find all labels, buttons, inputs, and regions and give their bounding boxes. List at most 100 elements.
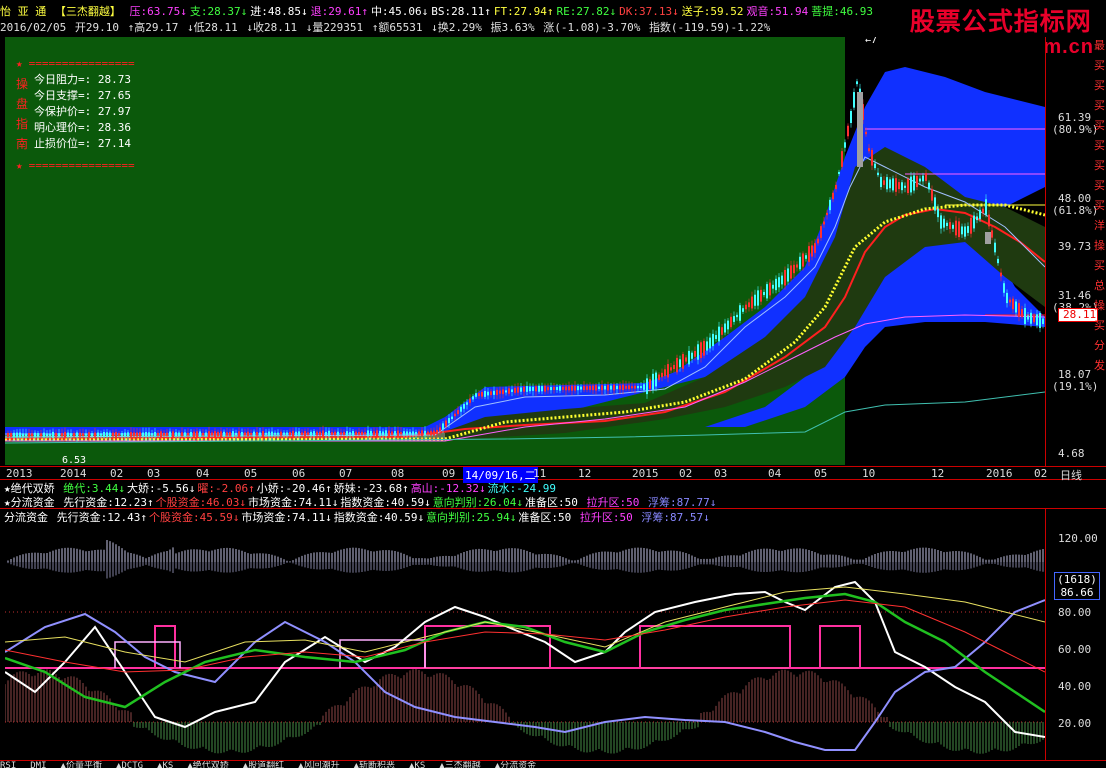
quote-amount: ↑额65531 — [371, 21, 423, 34]
right-side-labels[interactable]: 最买买买买买买买买洋操买总操买分发 — [1094, 36, 1106, 396]
indicator-tab[interactable]: RSI — [0, 761, 16, 768]
time-label: 04 — [768, 467, 782, 480]
indicator-value: 送子:59.52 — [681, 5, 744, 18]
indicator-value: 观音:51.94 — [746, 5, 809, 18]
price-pct-2: (61.8%) — [1052, 204, 1099, 217]
quote-high: ↑高29.17 — [127, 21, 179, 34]
indicator-tab[interactable]: ▲三杰翻越 — [439, 761, 480, 768]
indicator-value: RE:27.82↓ — [556, 5, 617, 18]
low-marker: 6.53 — [62, 455, 86, 465]
guide-side-char-1: 操 — [16, 77, 29, 91]
indicator-tab[interactable]: ▲绝代双娇 — [187, 761, 228, 768]
time-label: 02 — [110, 467, 124, 480]
guide-row-protect: 今保护价=: 27.97 — [34, 105, 131, 118]
time-label: 02 — [679, 467, 693, 480]
indicator-value: 支:28.37↓ — [189, 5, 248, 18]
time-label: 2013 — [6, 467, 33, 480]
time-label: 11 — [533, 467, 547, 480]
indicator-tab[interactable]: ▲KS — [409, 761, 425, 768]
indicator-tabs[interactable]: RSI DMI ▲价量平衡 ▲DCTG ▲KS ▲绝代双娇 ▲股道翻红 ▲风回潮升 ▲斩断积恶 ▲… — [0, 760, 1106, 768]
indicator-value: FT:27.94↑ — [493, 5, 554, 18]
quote-open: 开29.10 — [74, 21, 119, 34]
panel-divider — [0, 508, 1106, 509]
line-yellow — [5, 586, 1045, 663]
time-label: 02 — [1034, 467, 1048, 480]
indicator-tab[interactable]: ▲斩断积恶 — [354, 761, 395, 768]
indicator-tab[interactable]: ▲KS — [157, 761, 173, 768]
sub-axis-label-20: 20.00 — [1058, 717, 1092, 730]
time-label: 03 — [147, 467, 161, 480]
step-signal-line — [5, 625, 1045, 669]
sub-axis-label-40: 40.00 — [1058, 680, 1092, 693]
histogram-bottom — [5, 669, 1044, 754]
badge-count: (1618) — [1057, 573, 1097, 586]
indicator-tab[interactable]: ▲股道翻红 — [243, 761, 284, 768]
watermark-title: 股票公式指标网 — [909, 7, 1092, 36]
indicator-value: 中:45.06↓ — [370, 5, 429, 18]
time-label: 06 — [292, 467, 306, 480]
indicator-tab[interactable]: ▲DCTG — [116, 761, 143, 768]
quote-header-line1: 怡 亚 通 【三杰翻越】 压:63.75↓ 支:28.37↓ 进:48.85↓ 退:2… — [0, 3, 878, 19]
time-label: 2014 — [60, 467, 87, 480]
indicator-value: 进:48.85↓ — [250, 5, 308, 18]
guide-separator-bottom: ★ ================ — [16, 159, 135, 172]
histogram-top — [7, 539, 1044, 579]
indicator-value: DK:37.13↓ — [619, 5, 679, 18]
guide-row-support: 今日支撑=: 27.65 — [34, 89, 131, 102]
time-label: 12 — [578, 467, 592, 480]
time-label: 08 — [391, 467, 405, 480]
time-label: 04 — [196, 467, 210, 480]
indicator-value: 压:63.75↓ — [129, 5, 187, 18]
price-pct-5: (19.1%) — [1052, 380, 1099, 393]
box-signal-1 — [114, 641, 181, 668]
guide-row-resistance: 今日阻力=: 28.73 — [34, 73, 131, 86]
quote-close: ↓收28.11 — [246, 21, 298, 34]
indicator-axis[interactable]: 120.00 80.00 60.00 40.00 20.00 — [1046, 522, 1106, 760]
indicator-chart[interactable] — [5, 522, 1045, 760]
quote-low: ↓低28.11 — [186, 21, 238, 34]
guide-row-stoploss: 止损价位=: 27.14 — [34, 137, 131, 150]
indicator-title-flzj[interactable]: ★分流资金 先行资金:12.23↑ 个股资金:46.03↓ 市场资金:74.11↓ 指… — [4, 494, 718, 509]
time-label: 07 — [339, 467, 353, 480]
quote-date: 2016/02/05 — [0, 21, 67, 34]
price-label-3: 39.73 — [1058, 240, 1092, 253]
time-label: 09 — [442, 467, 456, 480]
indicator-value-badge: (1618) 86.66 — [1054, 572, 1100, 600]
sub-axis-label-120: 120.00 — [1058, 532, 1098, 545]
indicator-tab[interactable]: ▲分流资金 — [495, 761, 536, 768]
quote-header-line2: 2016/02/05 开29.10 ↑高29.17 ↓低28.11 ↓收28.1… — [0, 19, 772, 35]
indicator-value: 菩提:46.93 — [811, 5, 873, 18]
current-price-tag: 28.11 — [1058, 308, 1098, 322]
high-marker: ←7 — [865, 37, 877, 46]
time-axis[interactable]: 2013 2014 02 03 04 05 06 07 08 09 14/09/… — [0, 466, 1106, 483]
guide-side-char-2: 盘 — [16, 97, 29, 111]
time-label: 2015 — [632, 467, 659, 480]
sub-axis-label-80: 80.00 — [1058, 606, 1092, 619]
gray-marker-2 — [985, 232, 991, 244]
time-label: 05 — [244, 467, 258, 480]
formula-name[interactable]: 【三杰翻越】 — [55, 5, 121, 18]
gray-marker-1 — [857, 92, 863, 167]
stock-name[interactable]: 怡 亚 通 — [0, 5, 46, 18]
badge-value: 86.66 — [1060, 586, 1094, 599]
indicator-values: 压:63.75↓ 支:28.37↓ 进:48.85↓ 退:29.61↑ 中:45.06↓… — [130, 5, 876, 18]
quote-turnover: ↓换2.29% — [431, 21, 482, 34]
indicator-tab[interactable]: ▲风回潮升 — [298, 761, 339, 768]
indicator-tab[interactable]: DMI — [30, 761, 46, 768]
quote-volume: ↓量229351 — [305, 21, 364, 34]
guide-row-psych: 明心理价=: 28.36 — [34, 121, 131, 134]
indicator-value: BS:28.11↑ — [431, 5, 491, 18]
time-label: 05 — [814, 467, 828, 480]
time-label: 10 — [862, 467, 876, 480]
sub-axis-label-60: 60.00 — [1058, 643, 1092, 656]
indicator-title-jdsj[interactable]: ★绝代双娇 绝代:3.44↓ 大娇:-5.56↓ 曜:-2.06↑ 小娇:-20.46… — [4, 480, 558, 495]
indicator-tab[interactable]: ▲价量平衡 — [61, 761, 102, 768]
period-label[interactable]: 日线 — [1060, 467, 1082, 483]
time-label: 03 — [714, 467, 728, 480]
indicator-title-flzj2[interactable]: 分流资金 先行资金:12.43↑ 个股资金:45.59↓ 市场资金:74.11↓ 指数… — [4, 509, 712, 524]
guide-separator-top: ★ ================ — [16, 57, 135, 70]
quote-index: 指数(-119.59)-1.22% — [648, 21, 771, 34]
guide-side-char-3: 指 — [16, 117, 29, 131]
price-chart[interactable]: ←7 6.53 — [5, 37, 1045, 465]
quote-change: 涨(-1.08)-3.70% — [543, 21, 641, 34]
